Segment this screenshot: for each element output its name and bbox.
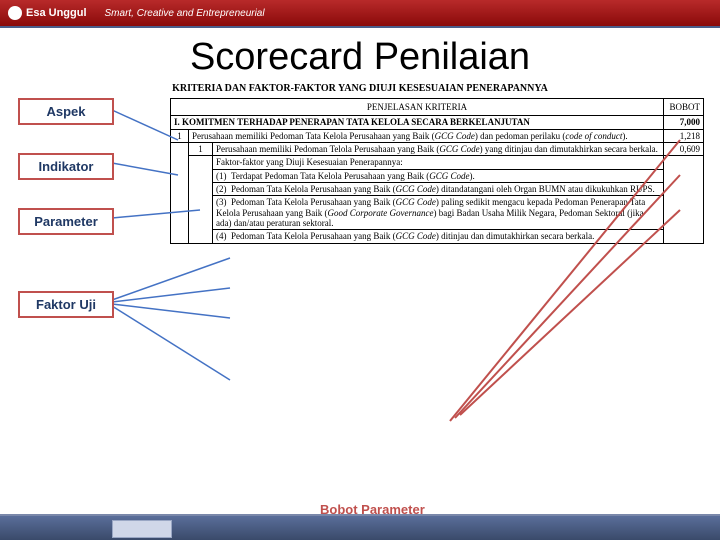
- f4: (4) Pedoman Tata Kelola Perusahaan yang …: [213, 230, 664, 243]
- rowf-b: [664, 156, 704, 243]
- page-subtitle: KRITERIA DAN FAKTOR-FAKTOR YANG DIUJI KE…: [0, 83, 720, 98]
- bobot-parameter-label: Bobot Parameter: [320, 502, 425, 517]
- th-bobot: BOBOT: [664, 99, 704, 116]
- row1-sp: [171, 143, 189, 244]
- page-title: Scorecard Penilaian: [0, 28, 720, 83]
- label-faktor: Faktor Uji: [18, 291, 114, 318]
- row11-text: Perusahaan memiliki Pedoman Telola Perus…: [213, 143, 664, 156]
- logo-icon: [8, 6, 22, 20]
- th-penjelasan: PENJELASAN KRITERIA: [171, 99, 664, 116]
- row1-bobot: 1,218: [664, 129, 704, 142]
- label-indikator: Indikator: [18, 153, 114, 180]
- label-aspek: Aspek: [18, 98, 114, 125]
- section-i: I. KOMITMEN TERHADAP PENERAPAN TATA KELO…: [171, 116, 664, 129]
- rowf-text: Faktor-faktor yang Diuji Kesesuaian Pene…: [213, 156, 664, 169]
- main: Aspek Indikator Parameter Faktor Uji PEN…: [0, 98, 720, 518]
- topbar: Esa Unggul Smart, Creative and Entrepren…: [0, 0, 720, 28]
- row1-no: 1: [171, 129, 189, 142]
- row11-bobot: 0,609: [664, 143, 704, 156]
- logo-text: Esa Unggul: [26, 7, 87, 19]
- tagline: Smart, Creative and Entrepreneurial: [105, 8, 265, 19]
- criteria-table: PENJELASAN KRITERIA BOBOT I. KOMITMEN TE…: [170, 98, 704, 244]
- label-column: Aspek Indikator Parameter Faktor Uji: [18, 98, 114, 318]
- label-parameter: Parameter: [18, 208, 114, 235]
- section-i-bobot: 7,000: [664, 116, 704, 129]
- f1: (1) Terdapat Pedoman Tata Kelola Perusah…: [213, 169, 664, 182]
- f2: (2) Pedoman Tata Kelola Perusahaan yang …: [213, 183, 664, 196]
- row11-no: 1: [189, 143, 213, 156]
- logo: Esa Unggul: [8, 6, 87, 20]
- f3: (3) Pedoman Tata Kelola Perusahaan yang …: [213, 196, 664, 230]
- footer-inset: [112, 520, 172, 538]
- row1-text: Perusahaan memiliki Pedoman Tata Kelola …: [189, 129, 664, 142]
- footer: [0, 514, 720, 540]
- row11-sp: [189, 156, 213, 243]
